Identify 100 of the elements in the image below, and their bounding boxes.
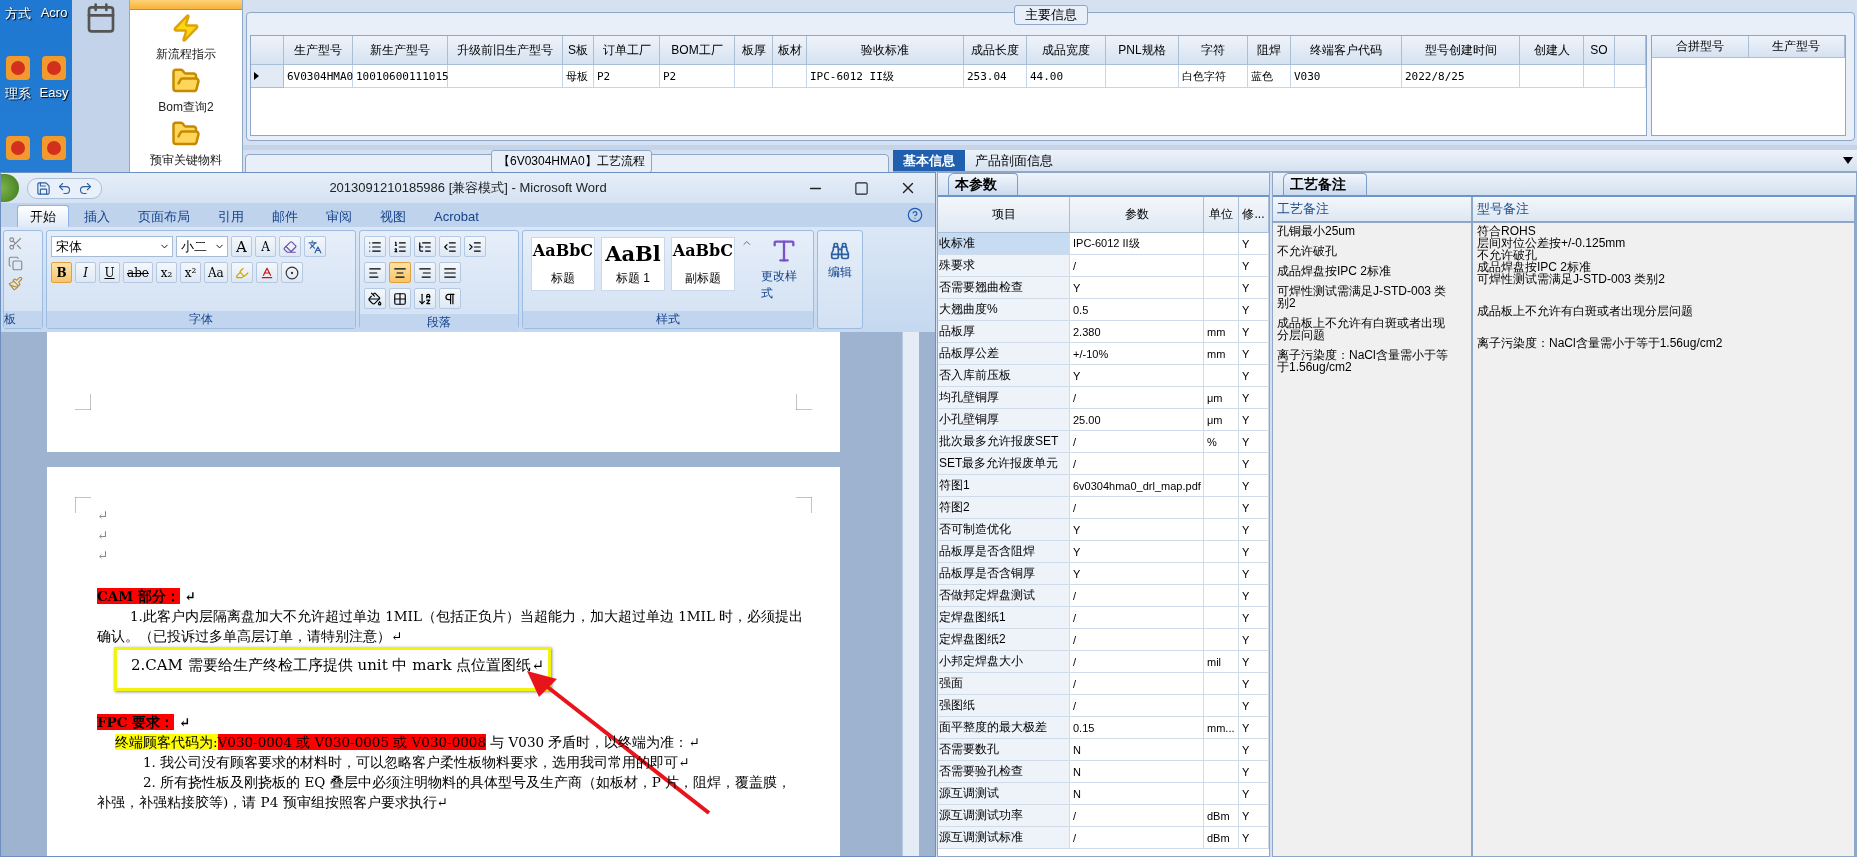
numbering-button[interactable] — [389, 236, 411, 257]
table-cell[interactable]: 品板厚是否含阻焊 — [938, 541, 1070, 563]
bullets-button[interactable] — [364, 236, 386, 257]
column-header[interactable]: 生产型号 — [1748, 36, 1845, 58]
decrease-indent-button[interactable] — [439, 236, 461, 257]
row-header[interactable] — [251, 65, 284, 88]
format-button[interactable]: abe — [123, 262, 153, 283]
align-center-button[interactable] — [389, 262, 411, 283]
font-color-button[interactable] — [255, 262, 278, 283]
desktop-icon-label[interactable]: Acro — [40, 5, 68, 20]
shading-button[interactable] — [364, 288, 386, 309]
column-header[interactable]: 新生产型号 — [353, 36, 448, 65]
column-header[interactable]: 合拼型号 — [1652, 36, 1749, 58]
table-cell[interactable]: 收标准 — [938, 233, 1070, 255]
show-marks-button[interactable] — [439, 288, 461, 309]
help-icon[interactable] — [907, 207, 923, 223]
desktop-icon-label[interactable]: Easy — [39, 85, 69, 100]
borders-button[interactable] — [389, 288, 411, 309]
tab[interactable]: 本参数 — [948, 173, 1018, 195]
table-cell[interactable]: 符图2 — [938, 497, 1070, 519]
format-button[interactable]: x₂ — [155, 262, 177, 283]
change-styles-button[interactable]: 更改样式 — [758, 237, 809, 302]
table-cell[interactable]: 强图纸 — [938, 695, 1070, 717]
style-option[interactable]: AaBl 标题 1 — [600, 237, 665, 291]
ribbon-tab[interactable]: 视图 — [367, 205, 419, 227]
column-header[interactable]: 板厚 — [735, 36, 773, 65]
column-header[interactable]: 终端客户代码 — [1291, 36, 1402, 65]
desktop-icon-label[interactable]: 理系 — [5, 85, 31, 103]
ribbon-tab[interactable]: 插入 — [71, 205, 123, 227]
phonetic-button[interactable] — [304, 236, 326, 257]
increase-indent-button[interactable] — [464, 236, 486, 257]
table-cell[interactable]: 大翘曲度% — [938, 299, 1070, 321]
table-cell[interactable]: 品板厚 — [938, 321, 1070, 343]
ribbon-tab[interactable]: 引用 — [205, 205, 257, 227]
column-header[interactable]: 参数 — [1070, 197, 1204, 233]
multilevel-list-button[interactable] — [414, 236, 436, 257]
clear-format-button[interactable] — [279, 236, 301, 257]
column-header[interactable]: 项目 — [938, 197, 1070, 233]
ribbon-tab[interactable]: Acrobat — [421, 205, 492, 227]
column-header[interactable]: 阻焊 — [1248, 36, 1291, 65]
table-cell[interactable]: 小孔壁铜厚 — [938, 409, 1070, 431]
table-cell[interactable]: 否需要验孔检查 — [938, 761, 1070, 783]
column-header[interactable]: 生产型号 — [284, 36, 353, 65]
ribbon-tab[interactable]: 页面布局 — [125, 205, 203, 227]
sort-button[interactable] — [414, 288, 436, 309]
format-button[interactable]: x² — [179, 262, 201, 283]
align-justify-button[interactable] — [439, 262, 461, 283]
column-header[interactable]: 板材 — [773, 36, 807, 65]
tab[interactable]: 产品剖面信息 — [965, 150, 1063, 171]
table-cell[interactable]: 面平整度的最大极差 — [938, 717, 1070, 739]
table-cell[interactable]: 否需要数孔 — [938, 739, 1070, 761]
column-header[interactable]: 创建人 — [1520, 36, 1584, 65]
format-button[interactable]: I — [75, 262, 96, 283]
table-cell[interactable]: 定焊盘图纸1 — [938, 607, 1070, 629]
column-header[interactable]: SO — [1584, 36, 1615, 65]
table-cell[interactable]: 否需要翘曲检查 — [938, 277, 1070, 299]
table-cell[interactable]: 定焊盘图纸2 — [938, 629, 1070, 651]
sidebar-item[interactable]: 预审关键物料 — [150, 119, 222, 169]
table-cell[interactable]: 品板厚公差 — [938, 343, 1070, 365]
maximize-icon[interactable] — [854, 180, 869, 196]
table-cell[interactable]: 小邦定焊盘大小 — [938, 651, 1070, 673]
scissors-icon[interactable] — [8, 236, 23, 251]
shrink-font-button[interactable]: A — [255, 236, 276, 257]
column-header[interactable]: 字符 — [1179, 36, 1248, 65]
table-cell[interactable]: 否入库前压板 — [938, 365, 1070, 387]
table-cell[interactable]: 否做邦定焊盘测试 — [938, 585, 1070, 607]
sidebar-item[interactable]: Bom查询2 — [158, 66, 214, 116]
style-option[interactable]: AaBbC 标题 — [531, 237, 595, 291]
column-header[interactable]: 成品长度 — [964, 36, 1027, 65]
column-header[interactable]: S板 — [563, 36, 594, 65]
align-right-button[interactable] — [414, 262, 436, 283]
format-button[interactable]: Aa — [203, 262, 228, 283]
column-header[interactable]: 订单工厂 — [594, 36, 660, 65]
font-size-field[interactable]: 小二 — [176, 236, 228, 257]
column-header[interactable]: 成品宽度 — [1027, 36, 1106, 65]
column-header[interactable]: PNL规格 — [1106, 36, 1179, 65]
sidebar-item[interactable]: 新流程指示 — [156, 13, 216, 63]
copy-icon[interactable] — [8, 256, 23, 271]
ribbon-tab[interactable]: 审阅 — [313, 205, 365, 227]
font-name-field[interactable]: 宋体 — [51, 236, 173, 257]
undo-icon[interactable] — [57, 180, 72, 196]
table-cell[interactable]: 符图1 — [938, 475, 1070, 497]
table-cell[interactable]: 均孔壁铜厚 — [938, 387, 1070, 409]
table-cell[interactable]: 源互调测试标准 — [938, 827, 1070, 849]
ribbon-tab[interactable]: 开始 — [17, 205, 69, 227]
tab[interactable]: 基本信息 — [893, 150, 965, 171]
table-cell[interactable]: 源互调测试 — [938, 783, 1070, 805]
table-cell[interactable]: 品板厚是否含铜厚 — [938, 563, 1070, 585]
column-header[interactable]: 升级前旧生产型号 — [448, 36, 563, 65]
table-cell[interactable]: 殊要求 — [938, 255, 1070, 277]
column-header[interactable]: 验收标准 — [807, 36, 964, 65]
table-cell[interactable]: 批次最多允许报废SET — [938, 431, 1070, 453]
align-left-button[interactable] — [364, 262, 386, 283]
table-cell[interactable]: 源互调测试功率 — [938, 805, 1070, 827]
format-button[interactable]: U — [99, 262, 120, 283]
vertical-scrollbar[interactable] — [902, 332, 919, 856]
table-cell[interactable]: 否可制造优化 — [938, 519, 1070, 541]
style-option[interactable]: AaBbC 副标题 — [670, 237, 735, 291]
table-cell[interactable]: SET最多允许报废单元 — [938, 453, 1070, 475]
table-cell[interactable]: 强面 — [938, 673, 1070, 695]
